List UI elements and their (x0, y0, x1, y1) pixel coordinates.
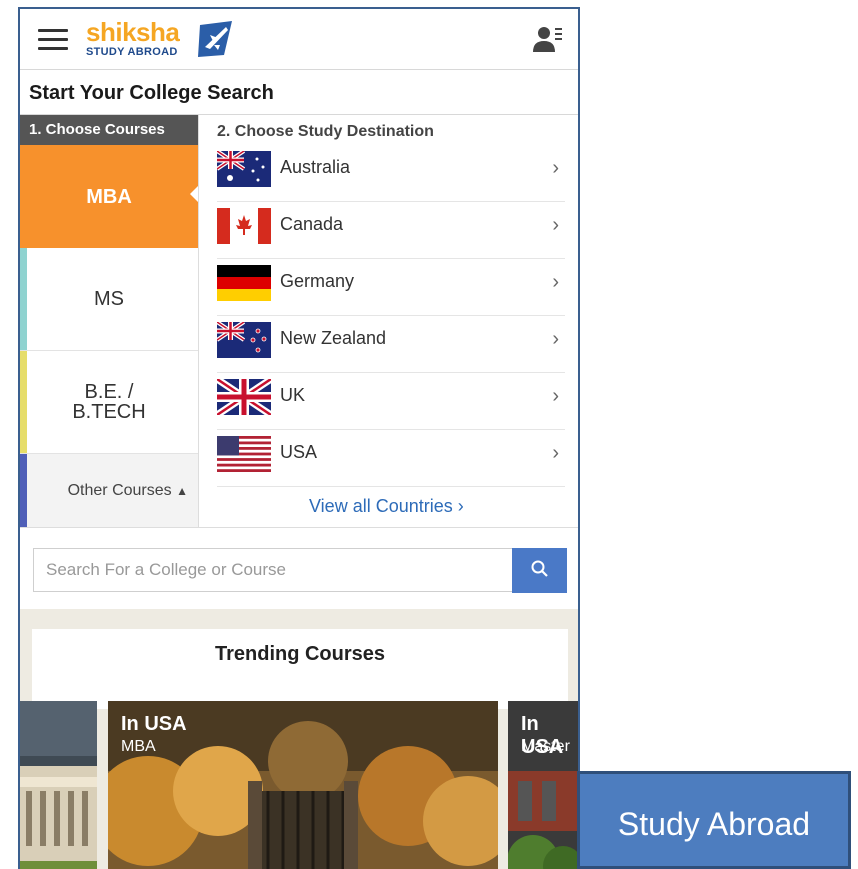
view-all-label: View all Countries (309, 496, 453, 516)
germany-flag-icon (217, 265, 271, 301)
course-list: 1. Choose Courses MBA MS B.E. / B.TECH O… (20, 115, 198, 528)
trending-slide-left[interactable] (20, 701, 97, 869)
trending-slide-usa-master[interactable]: In USA Master (508, 701, 578, 869)
canada-flag-icon (217, 208, 271, 244)
user-profile-icon[interactable] (532, 23, 564, 55)
logo-subtitle: STUDY ABROAD (86, 46, 178, 58)
course-accent-bar (20, 454, 27, 527)
course-label: B.E. / B.TECH (40, 382, 178, 422)
section-title: Start Your College Search (20, 70, 578, 115)
chevron-right-icon: › (552, 157, 559, 179)
country-item-usa[interactable]: USA › (217, 430, 565, 487)
new-zealand-flag-icon (217, 322, 271, 358)
destination-list: 2. Choose Study Destination Australia › (198, 115, 578, 527)
country-name: USA (280, 442, 318, 462)
slide-course: MBA (121, 738, 156, 755)
building-image (20, 701, 97, 869)
course-label-text: B.E. / B.TECH (72, 381, 146, 423)
chevron-up-icon: ▲ (176, 483, 188, 498)
chevron-right-icon: › (552, 271, 559, 293)
chevron-right-icon: › (552, 328, 559, 350)
other-courses-toggle[interactable]: Other Courses ▲ (20, 454, 198, 528)
course-label: MBA (86, 185, 132, 208)
slide-country: In USA (121, 713, 187, 735)
australia-flag-icon (217, 151, 271, 187)
country-item-uk[interactable]: UK › (217, 373, 565, 430)
country-name: Australia (280, 157, 351, 177)
course-item-ms[interactable]: MS (20, 248, 198, 351)
trending-slide-usa-mba[interactable]: In USA MBA (108, 701, 498, 869)
course-label: MS (94, 288, 124, 310)
country-item-australia[interactable]: Australia › (217, 145, 565, 202)
usa-flag-icon (217, 436, 271, 472)
uk-flag-icon (217, 379, 271, 415)
shiksha-logo[interactable]: shiksha STUDY ABROAD (86, 15, 236, 61)
country-item-canada[interactable]: Canada › (217, 202, 565, 259)
study-abroad-label: Study Abroad (617, 806, 811, 842)
trending-header-card: Trending Courses (32, 629, 568, 709)
country-name: Germany (280, 271, 355, 291)
page-title: Start Your College Search (29, 82, 274, 104)
chevron-right-icon: › (552, 442, 559, 464)
logo-word: shiksha (86, 17, 180, 47)
search-icon (531, 560, 548, 577)
country-name: New Zealand (280, 328, 387, 348)
slide-course: Master (521, 738, 570, 755)
airplane-icon (198, 21, 232, 57)
chevron-right-icon: › (457, 496, 464, 516)
country-name: Canada (280, 214, 344, 234)
app-header: shiksha STUDY ABROAD (20, 9, 578, 70)
search-input[interactable] (33, 548, 513, 592)
other-courses-label: Other Courses ▲ (40, 481, 188, 501)
chevron-right-icon: › (552, 385, 559, 407)
mobile-frame: shiksha STUDY ABROAD Start Your College … (18, 7, 580, 869)
study-abroad-button[interactable]: Study Abroad (577, 771, 851, 869)
destination-heading: 2. Choose Study Destination (217, 123, 434, 140)
chevron-right-icon: › (552, 214, 559, 236)
course-item-be-btech[interactable]: B.E. / B.TECH (20, 351, 198, 454)
country-item-new-zealand[interactable]: New Zealand › (217, 316, 565, 373)
course-accent-bar (20, 351, 27, 453)
hamburger-menu-icon[interactable] (38, 29, 68, 51)
course-list-heading: 1. Choose Courses (20, 115, 198, 145)
trending-title: Trending Courses (214, 643, 386, 665)
country-name: UK (280, 385, 306, 405)
search-bar (20, 527, 578, 610)
search-button[interactable] (512, 548, 567, 593)
other-courses-text: Other Courses (67, 481, 172, 499)
course-accent-bar (20, 248, 27, 350)
view-all-countries-link[interactable]: View all Countries › (309, 496, 464, 517)
course-item-mba[interactable]: MBA (20, 145, 198, 248)
country-item-germany[interactable]: Germany › (217, 259, 565, 316)
